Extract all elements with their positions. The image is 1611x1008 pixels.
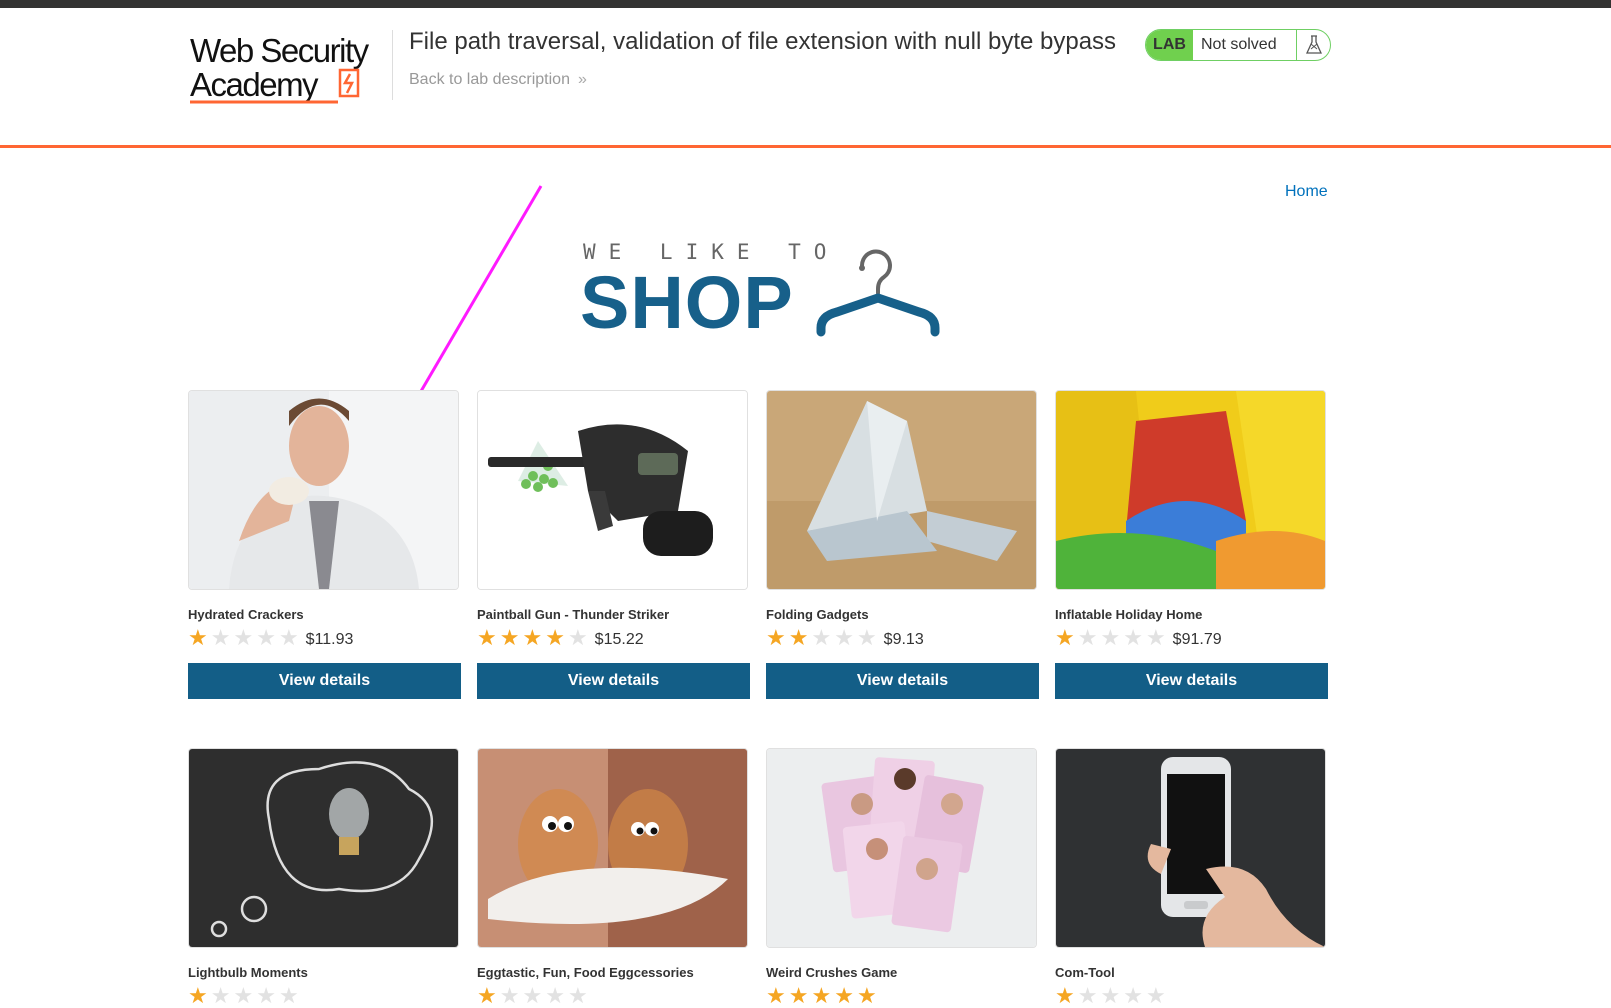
product-price: $11.93 xyxy=(305,631,354,648)
product-image[interactable] xyxy=(1055,390,1326,590)
logo-line1: Web Security xyxy=(190,32,370,69)
browser-top-bar xyxy=(0,0,1611,8)
product-rating: ★ ★ ★ ★ ★ $15.22 xyxy=(477,627,750,649)
star-filled-icon: ★ xyxy=(477,625,497,650)
clothes-hanger-icon xyxy=(816,249,940,337)
product-name: Folding Gadgets xyxy=(766,607,869,622)
product-rating: ★ ★ ★ ★ ★ xyxy=(766,985,1039,1007)
lab-header: Web Security Academy File path traversal… xyxy=(0,8,1611,148)
lab-title: File path traversal, validation of file … xyxy=(409,28,1117,55)
star-filled-icon: ★ xyxy=(1055,625,1075,650)
double-chevron-right-icon: » xyxy=(577,71,587,88)
star-filled-icon: ★ xyxy=(788,625,809,650)
product-card: Paintball Gun - Thunder Striker ★ ★ ★ ★ … xyxy=(477,390,750,699)
star-empty-icon: ★ xyxy=(522,983,543,1008)
view-details-button[interactable]: View details xyxy=(766,663,1039,699)
view-details-button[interactable]: View details xyxy=(188,663,461,699)
product-price: $91.79 xyxy=(1172,631,1222,648)
product-card: Com-Tool ★ ★ ★ ★ ★ xyxy=(1055,748,1328,1007)
product-rating: ★ ★ ★ ★ ★ xyxy=(477,985,750,1007)
star-empty-icon: ★ xyxy=(210,625,231,650)
product-image[interactable] xyxy=(766,390,1037,590)
star-filled-icon: ★ xyxy=(834,983,854,1008)
product-name: Hydrated Crackers xyxy=(188,607,304,622)
product-card: Lightbulb Moments ★ ★ ★ ★ ★ xyxy=(188,748,461,1007)
product-card: Eggtastic, Fun, Food Eggcessories ★ ★ ★ … xyxy=(477,748,750,1007)
star-empty-icon: ★ xyxy=(834,625,854,650)
product-image[interactable] xyxy=(1055,748,1326,948)
star-empty-icon: ★ xyxy=(499,983,520,1008)
star-empty-icon: ★ xyxy=(278,625,299,650)
star-empty-icon: ★ xyxy=(278,983,299,1008)
star-empty-icon: ★ xyxy=(1100,983,1121,1008)
view-details-button[interactable]: View details xyxy=(477,663,750,699)
star-empty-icon: ★ xyxy=(1123,625,1143,650)
star-empty-icon: ★ xyxy=(567,625,588,650)
product-price: $15.22 xyxy=(594,631,644,648)
product-card: Inflatable Holiday Home ★ ★ ★ ★ ★ $91.79… xyxy=(1055,390,1328,699)
banner-big-text: SHOP xyxy=(580,261,794,344)
star-empty-icon: ★ xyxy=(567,983,588,1008)
product-image[interactable] xyxy=(188,748,459,948)
product-name: Lightbulb Moments xyxy=(188,965,308,980)
product-card: Weird Crushes Game ★ ★ ★ ★ ★ xyxy=(766,748,1039,1007)
back-link-label: Back to lab description xyxy=(409,71,570,88)
star-filled-icon: ★ xyxy=(788,983,809,1008)
star-empty-icon: ★ xyxy=(233,625,254,650)
star-empty-icon: ★ xyxy=(233,983,254,1008)
product-rating: ★ ★ ★ ★ ★ $11.93 xyxy=(188,627,461,649)
star-filled-icon: ★ xyxy=(477,983,497,1008)
product-rating: ★ ★ ★ ★ ★ $91.79 xyxy=(1055,627,1328,649)
star-filled-icon: ★ xyxy=(499,625,520,650)
star-filled-icon: ★ xyxy=(188,983,208,1008)
star-filled-icon: ★ xyxy=(811,983,832,1008)
product-image[interactable] xyxy=(477,748,748,948)
product-card: Folding Gadgets ★ ★ ★ ★ ★ $9.13 View det… xyxy=(766,390,1039,699)
star-empty-icon: ★ xyxy=(1145,625,1166,650)
lab-status-widget: LAB Not solved xyxy=(1145,29,1331,61)
home-link[interactable]: Home xyxy=(1285,183,1328,201)
star-empty-icon: ★ xyxy=(1077,983,1098,1008)
lab-status-text: Not solved xyxy=(1193,30,1297,60)
star-filled-icon: ★ xyxy=(188,625,208,650)
shop-banner: WE LIKE TO SHOP xyxy=(580,238,940,344)
star-empty-icon: ★ xyxy=(1123,983,1143,1008)
lab-badge: LAB xyxy=(1146,30,1193,60)
view-details-button[interactable]: View details xyxy=(1055,663,1328,699)
star-empty-icon: ★ xyxy=(811,625,832,650)
product-image[interactable] xyxy=(766,748,1037,948)
star-filled-icon: ★ xyxy=(1055,983,1075,1008)
web-security-academy-logo[interactable]: Web Security Academy xyxy=(190,30,390,110)
product-name: Eggtastic, Fun, Food Eggcessories xyxy=(477,965,694,980)
product-image[interactable] xyxy=(477,390,748,590)
product-card: Hydrated Crackers ★ ★ ★ ★ ★ $11.93 View … xyxy=(188,390,461,699)
star-filled-icon: ★ xyxy=(766,983,786,1008)
product-name: Com-Tool xyxy=(1055,965,1115,980)
star-empty-icon: ★ xyxy=(210,983,231,1008)
star-empty-icon: ★ xyxy=(256,625,276,650)
flask-icon xyxy=(1297,30,1330,60)
logo-divider xyxy=(392,30,393,100)
star-filled-icon: ★ xyxy=(766,625,786,650)
product-rating: ★ ★ ★ ★ ★ xyxy=(188,985,461,1007)
star-empty-icon: ★ xyxy=(1145,983,1166,1008)
star-empty-icon: ★ xyxy=(1077,625,1098,650)
star-filled-icon: ★ xyxy=(545,625,565,650)
back-to-lab-description-link[interactable]: Back to lab description » xyxy=(409,71,587,89)
star-empty-icon: ★ xyxy=(856,625,877,650)
product-name: Weird Crushes Game xyxy=(766,965,898,980)
product-name: Inflatable Holiday Home xyxy=(1055,607,1203,622)
product-rating: ★ ★ ★ ★ ★ xyxy=(1055,985,1328,1007)
star-empty-icon: ★ xyxy=(256,983,276,1008)
product-rating: ★ ★ ★ ★ ★ $9.13 xyxy=(766,627,1039,649)
star-filled-icon: ★ xyxy=(856,983,877,1008)
product-name: Paintball Gun - Thunder Striker xyxy=(477,607,670,622)
logo-line2: Academy xyxy=(190,66,319,103)
star-empty-icon: ★ xyxy=(1100,625,1121,650)
product-price: $9.13 xyxy=(883,631,924,648)
star-filled-icon: ★ xyxy=(522,625,543,650)
star-empty-icon: ★ xyxy=(545,983,565,1008)
product-image[interactable] xyxy=(188,390,459,590)
